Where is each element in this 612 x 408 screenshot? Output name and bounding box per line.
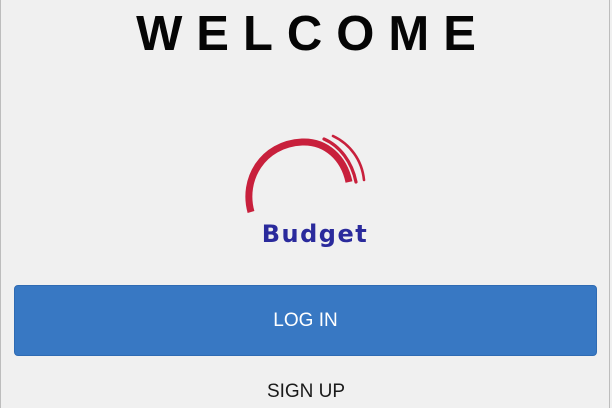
logo-main-arc xyxy=(245,138,353,213)
budget-logo-icon xyxy=(245,134,366,213)
logo-wordmark: Budget xyxy=(261,220,369,248)
login-button[interactable]: LOG IN xyxy=(14,285,597,356)
welcome-heading: WELCOME xyxy=(136,7,490,61)
signup-link[interactable]: SIGN UP xyxy=(0,377,612,407)
